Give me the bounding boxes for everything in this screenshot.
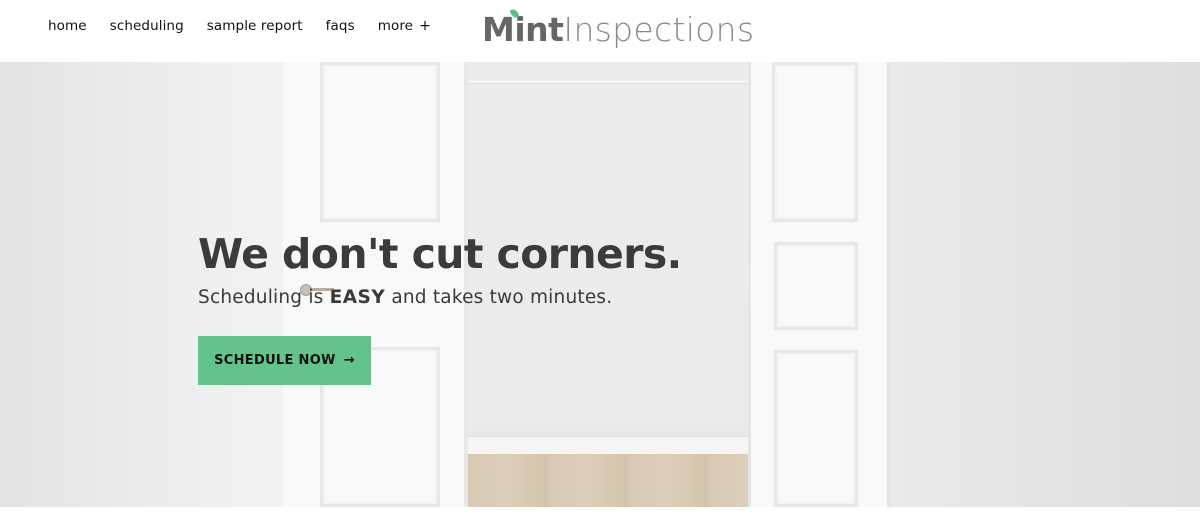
hero-section: We don't cut corners. Scheduling is EASY… <box>0 62 1200 507</box>
hero-title: We don't cut corners. <box>198 230 682 278</box>
nav-more-label: more <box>377 18 414 34</box>
nav-scheduling-link[interactable]: scheduling <box>110 18 184 34</box>
hero-content: We don't cut corners. Scheduling is EASY… <box>198 230 682 385</box>
schedule-now-label: SCHEDULE NOW <box>214 353 336 368</box>
below-hero-area <box>0 507 1200 532</box>
plus-icon: + <box>419 18 431 34</box>
main-nav: home scheduling sample report faqs more + <box>48 18 454 34</box>
door-panel <box>320 62 440 222</box>
nav-faqs-link[interactable]: faqs <box>326 18 355 34</box>
baseboard <box>468 436 748 454</box>
nav-sample-report-link[interactable]: sample report <box>207 18 303 34</box>
wood-floor <box>468 454 748 507</box>
nav-home-link[interactable]: home <box>48 18 87 34</box>
hero-subtitle: Scheduling is EASY and takes two minutes… <box>198 287 613 309</box>
logo-inspections-text: Inspections <box>563 10 755 49</box>
door-panel <box>774 350 858 507</box>
hero-subtitle-emphasis: EASY <box>329 287 386 309</box>
arrow-right-icon: → <box>343 353 355 368</box>
door-panel <box>774 242 858 330</box>
schedule-now-button[interactable]: SCHEDULE NOW → <box>198 336 371 385</box>
site-logo[interactable]: Mint Inspections <box>482 8 755 50</box>
logo-mint-text: Mint <box>482 8 564 49</box>
ceiling-molding <box>468 80 748 84</box>
site-header: home scheduling sample report faqs more +… <box>0 0 1200 62</box>
nav-more-dropdown[interactable]: more + <box>378 18 431 34</box>
door-panel <box>772 62 858 222</box>
